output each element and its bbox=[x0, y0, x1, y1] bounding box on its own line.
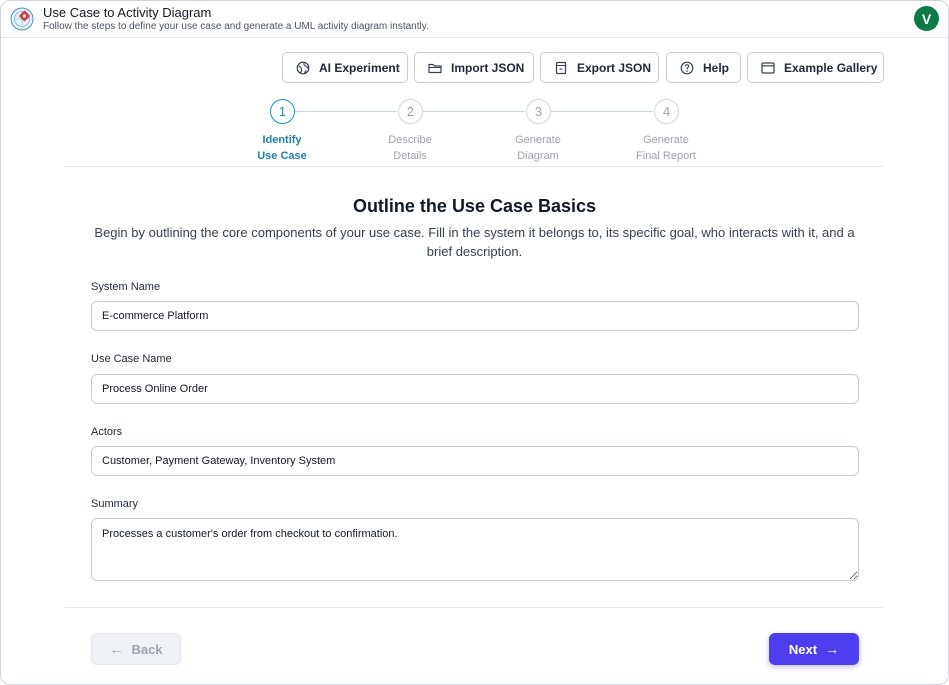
step-4-indicator[interactable]: 4 bbox=[654, 99, 679, 124]
section-description: Begin by outlining the core components o… bbox=[94, 225, 855, 259]
use-case-name-input[interactable] bbox=[91, 374, 859, 404]
step-2-label-line2: Details bbox=[393, 150, 427, 162]
step-2-indicator[interactable]: 2 bbox=[398, 99, 423, 124]
step-3-indicator[interactable]: 3 bbox=[526, 99, 551, 124]
step-connector bbox=[295, 111, 397, 112]
step-4-label-line1: Generate bbox=[643, 134, 689, 146]
user-avatar[interactable]: V bbox=[914, 6, 939, 31]
app-window: Use Case to Activity Diagram Follow the … bbox=[0, 0, 949, 685]
next-button[interactable]: Next → bbox=[769, 633, 859, 665]
step-1-indicator[interactable]: 1 bbox=[270, 99, 295, 124]
step-2-label[interactable]: Describe Details bbox=[355, 132, 465, 164]
step-4-label-line2: Final Report bbox=[636, 150, 696, 162]
example-gallery-label: Example Gallery bbox=[784, 60, 878, 75]
use-case-name-label: Use Case Name bbox=[91, 353, 172, 365]
gallery-icon bbox=[761, 61, 775, 75]
footer-divider bbox=[65, 607, 884, 608]
app-subtitle: Follow the steps to define your use case… bbox=[43, 21, 429, 32]
arrow-right-icon: → bbox=[825, 641, 840, 657]
stepper-divider bbox=[65, 166, 884, 167]
step-3-label[interactable]: Generate Diagram bbox=[483, 132, 593, 164]
step-connector bbox=[423, 111, 525, 112]
actors-input[interactable] bbox=[91, 446, 859, 476]
step-3-label-line1: Generate bbox=[515, 134, 561, 146]
actors-label: Actors bbox=[91, 426, 123, 438]
summary-label: Summary bbox=[91, 498, 139, 510]
system-name-label: System Name bbox=[91, 281, 161, 293]
step-3-label-line2: Diagram bbox=[517, 150, 559, 162]
app-logo-icon bbox=[10, 7, 34, 31]
step-4-label[interactable]: Generate Final Report bbox=[611, 132, 721, 164]
step-1-label-line1: Identify bbox=[262, 134, 302, 146]
import-json-button[interactable]: Import JSON bbox=[414, 52, 534, 83]
system-name-input[interactable] bbox=[91, 301, 859, 331]
ai-experiment-button[interactable]: AI Experiment bbox=[282, 52, 408, 83]
next-label: Next bbox=[788, 641, 818, 657]
section-title: Outline the Use Case Basics bbox=[352, 196, 597, 216]
step-1-label-line2: Use Case bbox=[257, 150, 307, 162]
ai-experiment-label: AI Experiment bbox=[319, 60, 400, 75]
example-gallery-button[interactable]: Example Gallery bbox=[747, 52, 884, 83]
back-button[interactable]: ← Back bbox=[91, 633, 181, 665]
back-label: Back bbox=[131, 641, 163, 657]
help-label: Help bbox=[703, 60, 730, 75]
step-1-label[interactable]: Identify Use Case bbox=[227, 132, 337, 164]
export-json-label: Export JSON bbox=[577, 60, 652, 75]
globe-icon bbox=[296, 61, 310, 75]
app-title: Use Case to Activity Diagram bbox=[43, 5, 212, 20]
title-bar: Use Case to Activity Diagram Follow the … bbox=[1, 1, 948, 38]
export-json-button[interactable]: Export JSON bbox=[540, 52, 659, 83]
help-icon bbox=[680, 61, 694, 75]
step-connector bbox=[551, 111, 653, 112]
step-2-label-line1: Describe bbox=[388, 134, 432, 146]
folder-icon bbox=[428, 61, 442, 75]
import-json-label: Import JSON bbox=[451, 60, 525, 75]
arrow-left-icon: ← bbox=[109, 641, 124, 657]
help-button[interactable]: Help bbox=[666, 52, 741, 83]
summary-textarea[interactable]: Processes a customer's order from checko… bbox=[91, 518, 859, 581]
export-icon bbox=[554, 61, 568, 75]
